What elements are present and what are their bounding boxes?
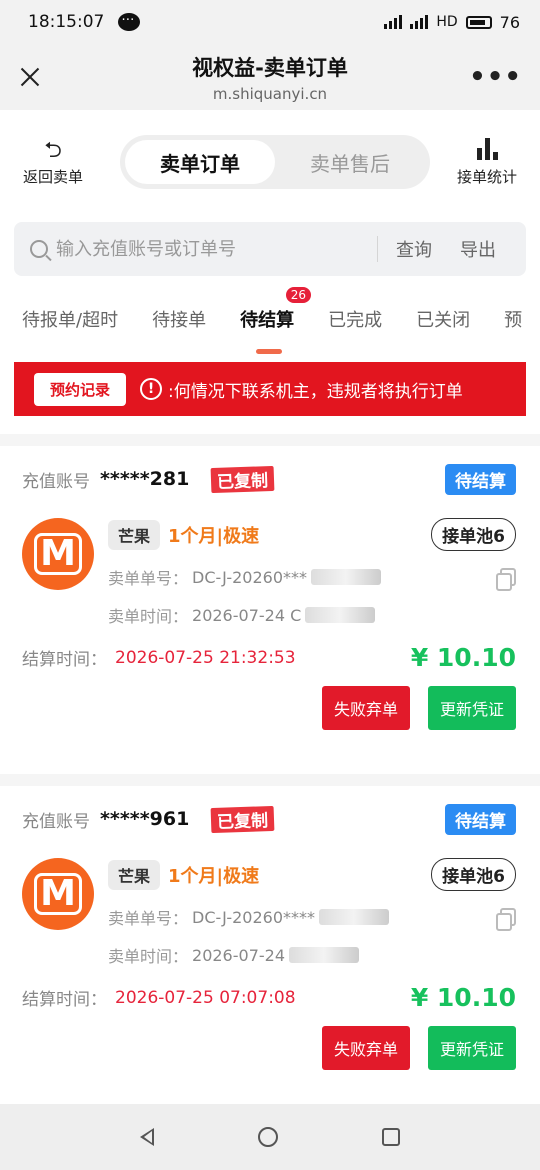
page-title: 视权益-卖单订单 (192, 56, 348, 80)
redacted-area (289, 947, 359, 963)
order-no: DC-J-20260**** (192, 907, 315, 927)
tab-reserved[interactable]: 预 (504, 306, 522, 332)
notice-message: :何情况下联系机主，违规者将执行订单 (168, 381, 463, 402)
order-stats-label: 接单统计 (456, 167, 517, 186)
order-price: ¥ 10.10 (410, 983, 516, 1012)
order-time-label: 卖单时间： (108, 607, 189, 626)
nav-recent-icon[interactable] (382, 1128, 400, 1146)
order-time: 2026-07-24 C (192, 605, 302, 625)
query-button[interactable]: 查询 (396, 236, 432, 262)
status-time: 18:15:07 (28, 12, 105, 32)
page-url: m.shiquanyi.cn (212, 85, 328, 103)
status-badge: 待结算 (445, 803, 516, 835)
order-pool-tag: 接单池6 (431, 858, 516, 891)
battery-level: 76 (499, 12, 520, 32)
search-bar: 查询 导出 (14, 222, 526, 276)
tab-pending-report[interactable]: 待报单/超时 (22, 306, 118, 332)
settle-time-label: 结算时间： (22, 650, 107, 670)
close-icon[interactable] (18, 65, 42, 89)
mango-tv-logo: M (22, 518, 94, 590)
chat-notification-icon (118, 9, 141, 31)
order-pool-tag: 接单池6 (431, 518, 516, 551)
copied-stamp: 已复制 (210, 465, 275, 493)
tab-pending-accept[interactable]: 待接单 (152, 306, 206, 332)
info-icon: ! (140, 378, 163, 400)
nav-back-icon[interactable] (140, 1128, 154, 1146)
segment-control: 卖单订单 卖单售后 (120, 135, 430, 189)
account-number[interactable]: *****281 (100, 468, 189, 490)
redacted-area (311, 569, 381, 585)
order-card: 充值账号 *****961 已复制 待结算 M 芒果 1个月|极速 接单池6 卖… (0, 786, 540, 1114)
order-time-label: 卖单时间： (108, 947, 189, 966)
back-to-sell-label: 返回卖单 (22, 167, 83, 186)
order-time: 2026-07-24 (192, 945, 285, 965)
search-icon (30, 240, 48, 258)
reservation-record-button[interactable]: 预约记录 (34, 372, 127, 406)
count-badge: 26 (285, 287, 312, 303)
signal-icon (410, 15, 429, 29)
order-card: 充值账号 *****281 已复制 待结算 M 芒果 1个月|极速 接单池6 卖… (0, 446, 540, 774)
fail-abandon-button[interactable]: 失败弃单 (322, 686, 410, 730)
back-arrow-icon: ⮌ (44, 137, 62, 163)
redacted-area (319, 909, 389, 925)
status-badge: 待结算 (445, 463, 516, 495)
product-chip: 芒果 (108, 859, 161, 890)
network-label: HD (436, 14, 458, 30)
copy-icon[interactable] (496, 568, 516, 591)
account-label: 充值账号 (22, 471, 90, 492)
settle-time: 2026-07-25 07:07:08 (115, 987, 296, 1008)
order-no: DC-J-20260*** (192, 567, 307, 587)
tab-pending-settlement[interactable]: 待结算 26 (240, 287, 312, 354)
copied-stamp: 已复制 (210, 805, 275, 833)
tab-completed[interactable]: 已完成 (328, 306, 382, 332)
plan-label: 1个月|极速 (168, 525, 260, 547)
segment-sell-orders[interactable]: 卖单订单 (125, 140, 275, 184)
plan-label: 1个月|极速 (168, 865, 260, 887)
bar-chart-icon (476, 137, 498, 160)
order-price: ¥ 10.10 (410, 643, 516, 672)
system-nav-bar (0, 1104, 540, 1170)
segment-after-sales[interactable]: 卖单售后 (275, 140, 425, 184)
order-no-label: 卖单单号： (108, 569, 189, 588)
account-number[interactable]: *****961 (100, 808, 189, 830)
tab-closed[interactable]: 已关闭 (416, 306, 470, 332)
search-input[interactable] (56, 238, 359, 260)
status-bar: 18:15:07 HD 76 (0, 0, 540, 44)
signal-icon (384, 15, 403, 29)
settle-time: 2026-07-25 21:32:53 (115, 647, 296, 668)
order-stats-button[interactable]: 接单统计 (448, 137, 526, 187)
mango-tv-logo: M (22, 858, 94, 930)
back-to-sell-button[interactable]: ⮌ 返回卖单 (14, 138, 92, 187)
notice-banner: 预约记录 ! :何情况下联系机主，违规者将执行订单 (14, 362, 526, 416)
more-icon[interactable]: ••• (469, 62, 522, 92)
update-voucher-button[interactable]: 更新凭证 (428, 686, 516, 730)
settle-time-label: 结算时间： (22, 990, 107, 1010)
app-header: 视权益-卖单订单 m.shiquanyi.cn ••• (0, 44, 540, 110)
export-button[interactable]: 导出 (460, 236, 496, 262)
nav-home-icon[interactable] (258, 1127, 278, 1147)
top-nav: ⮌ 返回卖单 卖单订单 卖单售后 接单统计 (0, 110, 540, 214)
fail-abandon-button[interactable]: 失败弃单 (322, 1026, 410, 1070)
status-tabs: 待报单/超时 待接单 待结算 26 已完成 已关闭 预 (0, 276, 540, 362)
battery-icon (465, 15, 492, 29)
order-no-label: 卖单单号： (108, 909, 189, 928)
tab-pending-settlement-label: 待结算 (240, 310, 295, 331)
product-chip: 芒果 (108, 519, 161, 550)
update-voucher-button[interactable]: 更新凭证 (428, 1026, 516, 1070)
redacted-area (305, 607, 376, 623)
divider (377, 236, 378, 262)
account-label: 充值账号 (22, 811, 90, 832)
copy-icon[interactable] (496, 908, 516, 931)
